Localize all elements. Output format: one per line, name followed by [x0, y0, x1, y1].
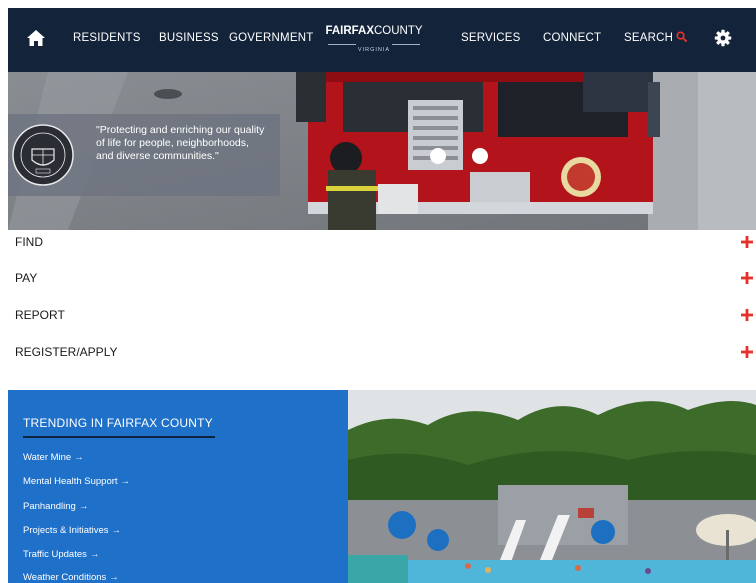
- accordion-label: FIND: [15, 235, 43, 249]
- trending-link-water-mine[interactable]: Water Mine →: [23, 452, 84, 463]
- nav-services[interactable]: SERVICES: [461, 8, 521, 72]
- mission-quote-box: "Protecting and enriching our quality of…: [8, 114, 280, 196]
- logo-bold: FAIRFAX: [325, 25, 374, 37]
- top-strip: [0, 0, 756, 8]
- trending-panel: TRENDING IN FAIRFAX COUNTY Water Mine → M…: [8, 390, 348, 583]
- trending-link-label: Projects & Initiatives: [23, 525, 109, 536]
- main-navigation: RESIDENTS BUSINESS GOVERNMENT FAIRFAXCOU…: [8, 8, 756, 72]
- search-button[interactable]: SEARCH: [624, 8, 688, 72]
- fairfax-county-logo[interactable]: FAIRFAXCOUNTY VIRGINIA: [322, 24, 426, 56]
- arrow-right-icon: →: [111, 525, 122, 536]
- search-label: SEARCH: [624, 32, 674, 44]
- trending-link-panhandling[interactable]: Panhandling →: [23, 501, 88, 512]
- accordion-register-apply[interactable]: REGISTER/APPLY: [0, 340, 756, 376]
- nav-connect[interactable]: CONNECT: [543, 8, 601, 72]
- trending-link-weather[interactable]: Weather Conditions →: [23, 572, 119, 583]
- nav-business[interactable]: BUSINESS: [159, 8, 219, 72]
- arrow-right-icon: →: [89, 549, 100, 560]
- trending-link-label: Weather Conditions: [23, 572, 107, 583]
- hero-banner: "Protecting and enriching our quality of…: [8, 72, 756, 230]
- arrow-right-icon: →: [78, 501, 89, 512]
- accordion-label: REGISTER/APPLY: [15, 345, 118, 359]
- nav-residents[interactable]: RESIDENTS: [73, 8, 141, 72]
- accordion-report[interactable]: REPORT: [0, 303, 756, 339]
- trending-link-traffic[interactable]: Traffic Updates →: [23, 549, 99, 560]
- plus-icon[interactable]: [740, 308, 754, 322]
- trending-link-label: Water Mine: [23, 452, 72, 463]
- trending-title-underline: [23, 436, 215, 438]
- trending-link-label: Panhandling: [23, 501, 76, 512]
- trending-link-mental-health[interactable]: Mental Health Support →: [23, 476, 130, 487]
- accordion-label: REPORT: [15, 308, 65, 322]
- accordion-pay[interactable]: PAY: [0, 266, 756, 302]
- logo-regular: COUNTY: [374, 25, 423, 37]
- trending-title: TRENDING IN FAIRFAX COUNTY: [23, 416, 213, 430]
- accordion-label: PAY: [15, 271, 38, 285]
- plus-icon[interactable]: [740, 271, 754, 285]
- water-park-photo: [348, 390, 756, 583]
- plus-icon[interactable]: [740, 235, 754, 249]
- plus-icon[interactable]: [740, 345, 754, 359]
- nav-government[interactable]: GOVERNMENT: [229, 8, 313, 72]
- mission-quote: "Protecting and enriching our quality of…: [96, 124, 265, 162]
- arrow-right-icon: →: [74, 452, 84, 463]
- trending-link-projects[interactable]: Projects & Initiatives →: [23, 525, 121, 536]
- search-icon: [676, 31, 688, 42]
- trending-link-label: Mental Health Support: [23, 476, 118, 487]
- gear-icon[interactable]: [714, 29, 732, 47]
- home-icon[interactable]: [26, 28, 46, 48]
- accordion-find[interactable]: FIND: [0, 230, 756, 266]
- arrow-right-icon: →: [109, 572, 119, 583]
- trending-link-label: Traffic Updates: [23, 549, 87, 560]
- logo-sub: VIRGINIA: [357, 47, 391, 53]
- arrow-right-icon: →: [120, 476, 131, 487]
- county-seal: [12, 124, 74, 186]
